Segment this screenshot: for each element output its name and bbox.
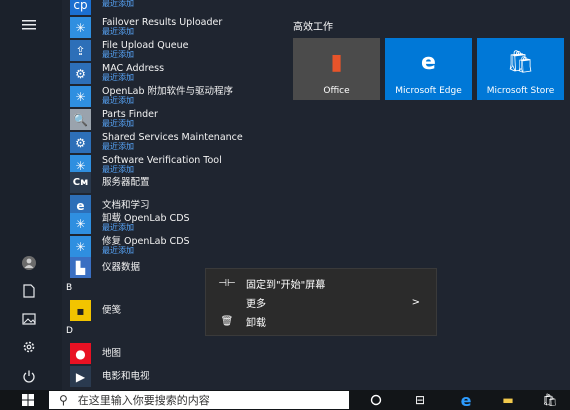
app-item-sub: 最近添加	[102, 223, 134, 233]
edge-icon: e	[421, 50, 436, 75]
app-item-movies-tv[interactable]: ▶ 电影和电视	[70, 366, 150, 387]
data-icon: ▙	[70, 257, 91, 278]
menu-item-pin-to-start[interactable]: ⊣⊢ 固定到"开始"屏幕	[206, 273, 436, 293]
search-icon: ⚲	[59, 393, 68, 407]
document-icon[interactable]	[16, 278, 42, 304]
cm-icon: Cм	[70, 172, 91, 193]
app-item-openlab-addons[interactable]: ✳ OpenLab 附加软件与驱动程序 最近添加	[70, 86, 233, 107]
pin-icon: ⊣⊢	[218, 277, 236, 289]
sticky-note-icon: ▪	[70, 300, 91, 321]
film-icon: ▶	[70, 366, 91, 387]
app-item-name: 文档和学习	[102, 199, 150, 211]
windows-icon[interactable]	[18, 391, 38, 409]
app-item-name: 地图	[102, 347, 122, 359]
app-item-shared-services[interactable]: ⚙ Shared Services Maintenance 最近添加	[70, 132, 243, 153]
menu-item-uninstall[interactable]: 🗑 卸载	[206, 311, 436, 331]
start-rail	[0, 0, 62, 390]
context-menu: ⊣⊢ 固定到"开始"屏幕 更多 > 🗑 卸载	[205, 268, 437, 336]
tile-label: Office	[323, 86, 350, 96]
app-item-sub: 最近添加	[102, 246, 134, 256]
map-icon: ●	[70, 343, 91, 364]
app-item-cp[interactable]: cp 最近添加	[70, 0, 134, 15]
tile-store[interactable]: 🛍 Microsoft Store	[477, 38, 564, 100]
app-item-sub: 最近添加	[102, 0, 134, 9]
chevron-right-icon: >	[411, 296, 420, 308]
app-item-sticky-notes[interactable]: ▪ 便笺	[70, 300, 121, 321]
gear-icon: ⚙	[70, 132, 91, 153]
app-item-sub: 最近添加	[102, 27, 134, 37]
app-item-parts-finder[interactable]: 🔍 Parts Finder 最近添加	[70, 109, 158, 130]
app-item-file-upload[interactable]: ⇪ File Upload Queue 最近添加	[70, 40, 188, 61]
folder-icon[interactable]: ▬	[498, 391, 518, 409]
app-item-maps[interactable]: ● 地图	[70, 343, 121, 364]
app-item-uninstall-openlab[interactable]: ✳ 卸载 OpenLab CDS 最近添加	[70, 213, 190, 234]
app-item-name: 便笺	[102, 304, 122, 316]
app-item-sub: 最近添加	[102, 142, 134, 152]
tile-office[interactable]: ▮ Office	[293, 38, 380, 100]
app-item-sub: 最近添加	[102, 73, 134, 83]
gear-sun-icon: ✳	[70, 86, 91, 107]
app-item-name: 服务器配置	[102, 176, 150, 188]
app-item-mac-address[interactable]: ⚙ MAC Address 最近添加	[70, 63, 164, 84]
app-item-name: 仪器数据	[102, 261, 141, 273]
gear-icon[interactable]	[16, 334, 42, 360]
app-item-server-config[interactable]: Cм 服务器配置	[70, 172, 150, 193]
app-item-sub: 最近添加	[102, 96, 134, 106]
tile-edge[interactable]: e Microsoft Edge	[385, 38, 472, 100]
app-item-sub: 最近添加	[102, 50, 134, 60]
circle-icon[interactable]	[366, 391, 386, 409]
magnifier-icon: 🔍	[70, 109, 91, 130]
app-item-instrument-data[interactable]: ▙ 仪器数据	[70, 257, 140, 278]
menu-item-label: 更多	[246, 298, 266, 310]
menu-item-label: 固定到"开始"屏幕	[246, 279, 326, 291]
office-icon: ▮	[330, 50, 343, 75]
hamburger-icon[interactable]	[16, 12, 42, 38]
gear-sun-icon: ✳	[70, 17, 91, 38]
search-placeholder: 在这里输入你要搜索的内容	[77, 394, 210, 407]
store-icon: 🛍	[506, 50, 535, 75]
tile-group-title: 高效工作	[293, 22, 333, 33]
cp-icon: cp	[70, 0, 91, 15]
group-letter-d[interactable]: D	[66, 326, 73, 336]
tile-label: Microsoft Store	[486, 86, 555, 96]
menu-item-more[interactable]: 更多 >	[206, 292, 436, 312]
taskview-icon[interactable]: ⊟	[410, 391, 430, 409]
gear-sun-icon: ✳	[70, 236, 91, 257]
power-icon[interactable]	[16, 363, 42, 389]
upload-icon: ⇪	[70, 40, 91, 61]
app-item-name: 电影和电视	[102, 370, 150, 382]
app-item-repair-openlab[interactable]: ✳ 修复 OpenLab CDS 最近添加	[70, 236, 190, 257]
user-icon[interactable]	[16, 250, 42, 276]
trash-icon: 🗑	[220, 315, 234, 327]
gear-sun-icon: ✳	[70, 213, 91, 234]
gear-icon: ⚙	[70, 63, 91, 84]
app-item-sub: 最近添加	[102, 119, 134, 129]
tile-label: Microsoft Edge	[395, 86, 462, 96]
menu-item-label: 卸载	[246, 317, 266, 329]
app-item-failover[interactable]: ✳ Failover Results Uploader 最近添加	[70, 17, 222, 38]
edge-icon[interactable]: e	[456, 391, 476, 410]
search-input[interactable]: ⚲ 在这里输入你要搜索的内容	[49, 391, 349, 409]
store-icon[interactable]: 🛍	[540, 391, 560, 409]
picture-icon[interactable]	[16, 306, 42, 332]
group-letter-b[interactable]: B	[66, 283, 72, 293]
